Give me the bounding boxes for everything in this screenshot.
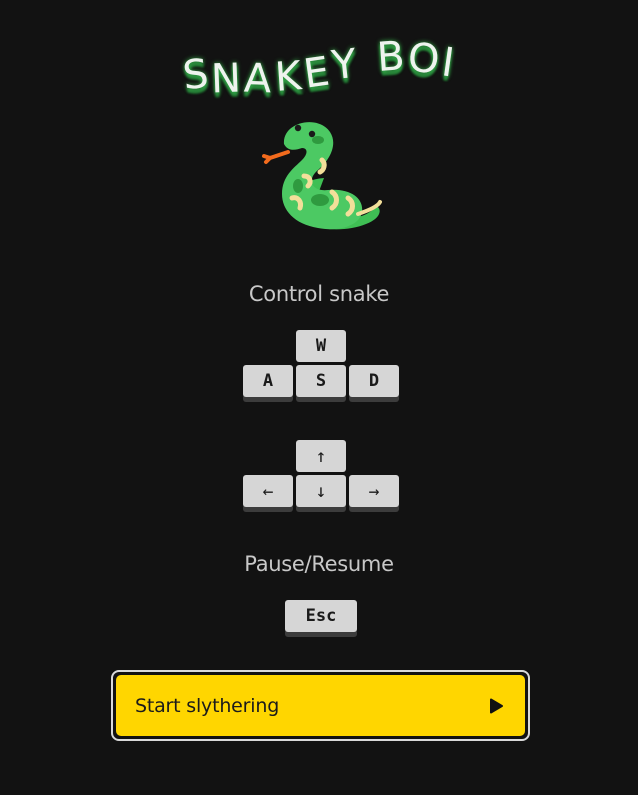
title-letter: S [180,50,212,100]
pause-heading: Pause/Resume [244,552,394,576]
key-d: D [349,365,399,397]
key-esc: Esc [285,600,357,632]
key-arrow-right: → [349,475,399,507]
start-button-label: Start slythering [135,694,280,717]
title-letter: K [272,53,304,101]
start-button[interactable]: Start slythering [111,670,530,741]
title-letter: O [406,34,442,84]
key-arrow-up: ↑ [296,440,346,472]
game-title: S N A K E Y B O I [0,33,638,102]
key-s: S [296,365,346,397]
title-letter: Y [329,40,360,90]
controls-heading: Control snake [248,282,390,306]
title-letter: A [243,55,274,103]
snake-icon [258,114,384,238]
play-icon [487,697,505,715]
key-a: A [243,365,293,397]
title-letter: N [210,55,243,103]
key-arrow-left: ← [243,475,293,507]
title-letter: I [439,39,459,87]
title-letter: E [300,48,334,98]
title-letter: B [375,33,408,81]
key-w: W [296,330,346,362]
key-arrow-down: ↓ [296,475,346,507]
start-button-body[interactable]: Start slythering [116,675,525,736]
